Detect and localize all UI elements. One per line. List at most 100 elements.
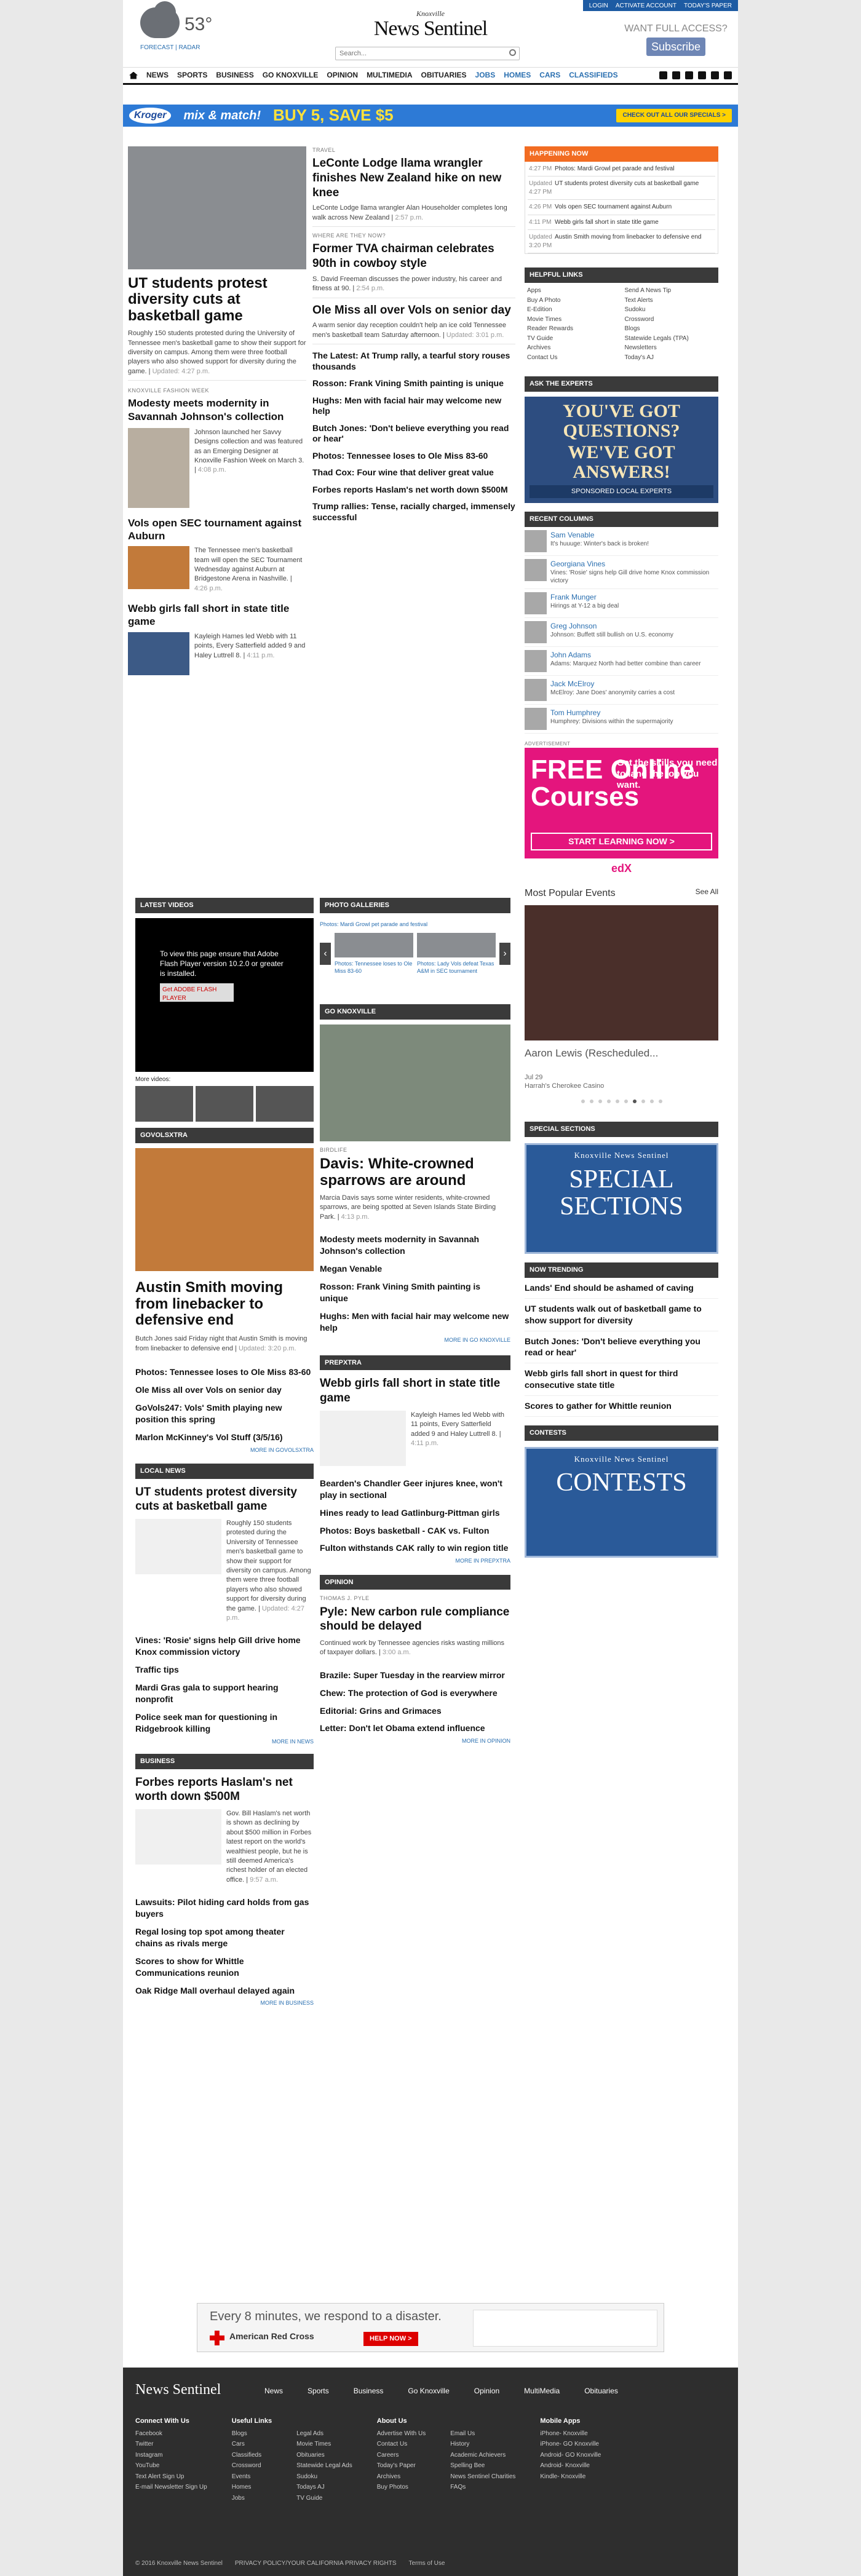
footer-link[interactable]: E-mail Newsletter Sign Up xyxy=(135,2483,207,2492)
helpful-link[interactable]: TV Guide xyxy=(527,335,619,343)
goknox-link[interactable]: Modesty meets modernity in Savannah John… xyxy=(320,1231,510,1260)
trending-item[interactable]: Lands' End should be ashamed of caving xyxy=(525,1278,718,1299)
column-title[interactable]: McElroy: Jane Does' anonymity carries a … xyxy=(550,689,675,697)
list-item[interactable]: 4:26 PM Vols open SEC tournament against … xyxy=(528,200,715,215)
carousel-dots[interactable] xyxy=(525,1100,718,1104)
privacy-link[interactable]: PRIVACY POLICY/YOUR CALIFORNIA PRIVACY R… xyxy=(235,2559,397,2568)
footer-link[interactable]: Facebook xyxy=(135,2430,207,2438)
footer-link[interactable]: Movie Times xyxy=(296,2440,352,2449)
local-link[interactable]: Traffic tips xyxy=(135,1661,314,1679)
column-item[interactable]: Jack McElroy McElroy: Jane Does' anonymit… xyxy=(525,676,718,705)
list-item[interactable]: 4:27 PM Photos: Mardi Growl pet parade an… xyxy=(528,162,715,177)
see-all-link[interactable]: See All xyxy=(696,887,718,900)
footer-link[interactable]: Instagram xyxy=(135,2451,207,2460)
columnist-name[interactable]: Greg Johnson xyxy=(550,621,673,631)
footer-link[interactable]: Events xyxy=(232,2473,272,2481)
more-prep-link[interactable]: MORE IN PREPXTRA xyxy=(320,1557,510,1564)
more-opinion-link[interactable]: MORE IN OPINION xyxy=(320,1737,510,1745)
todays-paper-link[interactable]: TODAY'S PAPER xyxy=(684,2,732,9)
trending-item[interactable]: Scores to gather for Whittle reunion xyxy=(525,1396,718,1417)
footer-nav-link[interactable]: News xyxy=(264,2386,283,2396)
local-link[interactable]: Mardi Gras gala to support hearing nonpr… xyxy=(135,1679,314,1708)
site-logo[interactable]: Knoxville News Sentinel xyxy=(351,9,510,39)
business-link[interactable]: Regal losing top spot among theater chai… xyxy=(135,1923,314,1952)
prep-link[interactable]: Photos: Boys basketball - CAK vs. Fulton xyxy=(320,1522,510,1540)
nav-opinion[interactable]: OPINION xyxy=(327,70,358,80)
helpful-link[interactable]: Sudoku xyxy=(625,306,716,314)
weather-widget[interactable]: 53° FORECAST | RADAR xyxy=(140,1,214,52)
column-title[interactable]: It's huuuge: Winter's back is broken! xyxy=(550,540,649,549)
nav-jobs[interactable]: JOBS xyxy=(475,70,496,80)
facebook-icon[interactable] xyxy=(659,71,667,79)
prep-link[interactable]: Bearden's Chandler Geer injures knee, wo… xyxy=(320,1475,510,1504)
twitter-icon[interactable] xyxy=(672,71,680,79)
goknox-link[interactable]: Megan Venable xyxy=(320,1260,510,1278)
helpful-link[interactable]: Statewide Legals (TPA) xyxy=(625,335,716,343)
column-title[interactable]: Johnson: Buffett still bullish on U.S. e… xyxy=(550,631,673,640)
column-item[interactable]: Georgiana Vines Vines: 'Rosie' signs help… xyxy=(525,556,718,589)
video-thumbnail[interactable] xyxy=(256,1086,314,1122)
travel-headline[interactable]: LeConte Lodge llama wrangler finishes Ne… xyxy=(312,156,515,200)
columnist-name[interactable]: Frank Munger xyxy=(550,592,619,602)
home-icon[interactable] xyxy=(129,71,138,79)
more-news-link[interactable]: MORE IN NEWS xyxy=(135,1738,314,1745)
nav-go-knoxville[interactable]: GO KNOXVILLE xyxy=(263,70,319,80)
gallery-caption[interactable]: Photos: Mardi Growl pet parade and festi… xyxy=(320,921,510,928)
footer-link[interactable]: Today's Paper xyxy=(377,2462,426,2470)
business-link[interactable]: Lawsuits: Pilot hiding card holds from g… xyxy=(135,1893,314,1923)
footer-link[interactable]: History xyxy=(450,2440,515,2449)
nav-cars[interactable]: CARS xyxy=(539,70,560,80)
columnist-name[interactable]: Tom Humphrey xyxy=(550,708,673,718)
where-headline[interactable]: Former TVA chairman celebrates 90th in c… xyxy=(312,242,515,271)
instagram-icon[interactable] xyxy=(685,71,693,79)
webb-headline[interactable]: Webb girls fall short in state title gam… xyxy=(128,602,306,628)
local-headline[interactable]: UT students protest diversity cuts at ba… xyxy=(135,1485,314,1515)
prep-link[interactable]: Hines ready to lead Gatlinburg-Pittman g… xyxy=(320,1504,510,1522)
prep-link[interactable]: Fulton withstands CAK rally to win regio… xyxy=(320,1539,510,1557)
footer-link[interactable]: Sudoku xyxy=(296,2473,352,2481)
edx-ad[interactable]: FREE Online Courses Get the skills you n… xyxy=(525,747,718,858)
headline-link[interactable]: Trump rallies: Tense, racially charged, … xyxy=(312,501,515,523)
column-item[interactable]: Greg Johnson Johnson: Buffett still bulli… xyxy=(525,618,718,647)
youtube-icon[interactable] xyxy=(698,71,706,79)
helpful-link[interactable]: Crossword xyxy=(625,315,716,324)
gallery-item[interactable]: Photos: Tennessee loses to Ole Miss 83-6… xyxy=(335,932,413,975)
helpful-link[interactable]: Blogs xyxy=(625,325,716,333)
opinion-link[interactable]: Brazile: Super Tuesday in the rearview m… xyxy=(320,1666,510,1684)
column-item[interactable]: Frank Munger Hirings at Y-12 a big deal xyxy=(525,589,718,618)
goknox-link[interactable]: Rosson: Frank Vining Smith painting is u… xyxy=(320,1278,510,1307)
lead-headline[interactable]: UT students protest diversity cuts at ba… xyxy=(128,275,306,324)
business-photo[interactable] xyxy=(135,1809,221,1865)
footer-link[interactable]: Android- Knoxville xyxy=(540,2462,601,2470)
footer-link[interactable]: Legal Ads xyxy=(296,2430,352,2438)
help-now-button[interactable]: HELP NOW > xyxy=(363,2332,418,2346)
footer-nav-link[interactable]: Sports xyxy=(308,2386,329,2396)
footer-link[interactable]: Buy Photos xyxy=(377,2483,426,2492)
helpful-link[interactable]: Newsletters xyxy=(625,344,716,352)
columnist-name[interactable]: Sam Venable xyxy=(550,530,649,540)
event-photo[interactable] xyxy=(525,905,718,1040)
video-player[interactable]: To view this page ensure that Adobe Flas… xyxy=(135,917,314,1072)
footer-link[interactable]: iPhone- GO Knoxville xyxy=(540,2440,601,2449)
login-link[interactable]: LOGIN xyxy=(589,2,608,9)
columnist-name[interactable]: Jack McElroy xyxy=(550,679,675,689)
footer-link[interactable]: Spelling Bee xyxy=(450,2462,515,2470)
nav-classifieds[interactable]: CLASSIFIEDS xyxy=(569,70,617,80)
column-item[interactable]: Tom Humphrey Humphrey: Divisions within t… xyxy=(525,705,718,734)
footer-link[interactable]: Archives xyxy=(377,2473,426,2481)
list-item[interactable]: 4:11 PM Webb girls fall short in state ti… xyxy=(528,215,715,231)
helpful-link[interactable]: Reader Rewards xyxy=(527,325,619,333)
govols-link[interactable]: Ole Miss all over Vols on senior day xyxy=(135,1381,314,1399)
footer-link[interactable]: Careers xyxy=(377,2451,426,2460)
footer-link[interactable]: Obituaries xyxy=(296,2451,352,2460)
more-business-link[interactable]: MORE IN BUSINESS xyxy=(135,1999,314,2007)
column-title[interactable]: Hirings at Y-12 a big deal xyxy=(550,602,619,611)
columnist-name[interactable]: John Adams xyxy=(550,650,701,660)
more-goknox-link[interactable]: MORE IN GO KNOXVILLE xyxy=(320,1336,510,1344)
vols-photo[interactable] xyxy=(128,546,189,590)
footer-link[interactable]: TV Guide xyxy=(296,2494,352,2503)
footer-link[interactable]: Classifieds xyxy=(232,2451,272,2460)
event-name[interactable]: Aaron Lewis (Rescheduled... xyxy=(525,1047,718,1061)
column-item[interactable]: Sam Venable It's huuuge: Winter's back is… xyxy=(525,527,718,556)
columnist-name[interactable]: Georgiana Vines xyxy=(550,559,718,569)
